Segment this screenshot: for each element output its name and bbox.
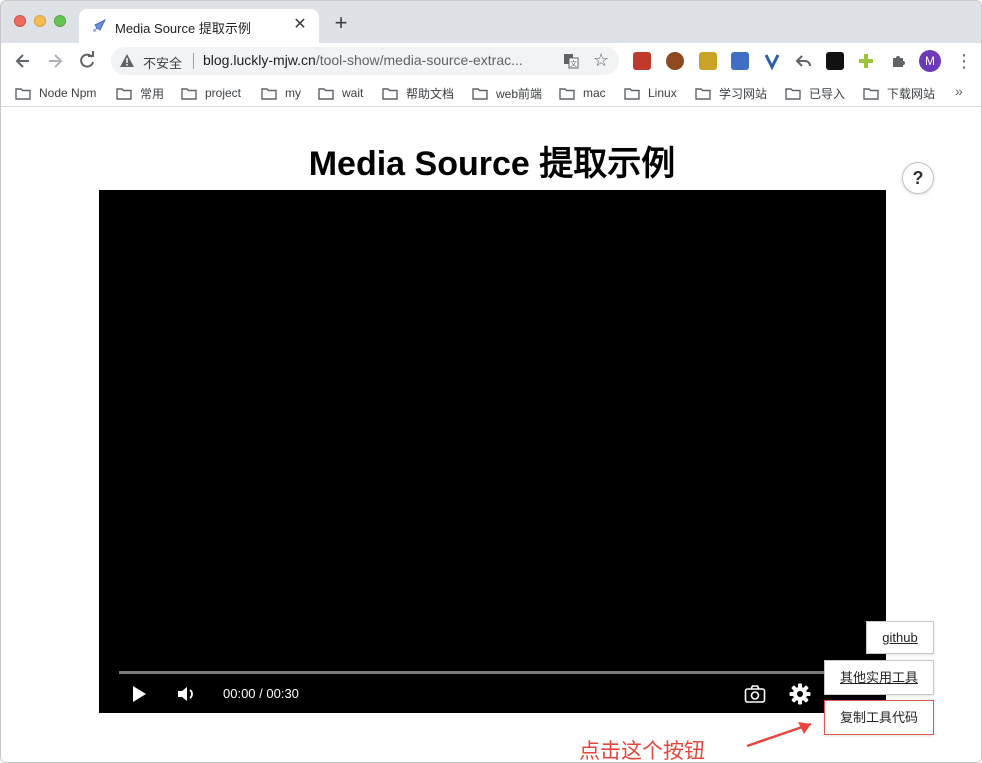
video-progress-bar[interactable] — [119, 671, 866, 674]
page-title: Media Source 提取示例 — [308, 145, 676, 183]
folder-icon — [116, 87, 132, 100]
video-player[interactable]: 00:00 / 00:30 — [99, 190, 886, 713]
folder-icon — [382, 87, 398, 100]
browser-window: Media Source 提取示例 ✕ + 不安全 blog.luckly-mj… — [0, 0, 982, 763]
kebab-menu-icon[interactable]: ⋮ — [955, 50, 973, 72]
bookmarks-bar: Node Npm 常用 project my wait 帮助文档 web前端 m… — [1, 79, 981, 107]
bookmarks-overflow-button[interactable]: » — [955, 83, 963, 99]
folder-icon — [863, 87, 879, 100]
extension-dark-icon[interactable] — [826, 52, 844, 70]
bookmark-label: web前端 — [496, 86, 543, 101]
bookmark-label: 下载网站 — [887, 86, 936, 101]
extension-fe-icon[interactable] — [633, 52, 651, 70]
bookmark-folder[interactable]: 帮助文档 — [382, 84, 454, 102]
gear-icon[interactable] — [789, 683, 811, 705]
annotation-text: 点击这个按钮 — [579, 740, 705, 763]
forward-arrow-icon[interactable] — [45, 51, 65, 71]
reply-arrow-icon[interactable] — [794, 52, 812, 70]
bookmark-label: mac — [583, 86, 606, 100]
bookmark-label: Linux — [648, 86, 677, 100]
bookmark-folder[interactable]: mac — [559, 84, 606, 102]
bookmark-folder[interactable]: my — [261, 84, 301, 102]
page-content: Media Source 提取示例 ? 00:00 / 00:30 github… — [1, 108, 981, 763]
extension-hand-icon[interactable] — [666, 52, 684, 70]
url-host: blog.luckly-mjw.cn — [203, 52, 316, 68]
bookmark-label: 常用 — [140, 86, 165, 101]
folder-icon — [261, 87, 277, 100]
profile-avatar[interactable]: M — [919, 50, 941, 72]
bookmark-label: project — [205, 86, 242, 100]
bookmark-label: Node Npm — [39, 86, 97, 100]
annotation-arrow — [746, 722, 812, 748]
bookmark-label: 帮助文档 — [406, 86, 455, 101]
security-status-label[interactable]: 不安全 — [143, 53, 182, 72]
toolbar: 不安全 blog.luckly-mjw.cn/tool-show/media-s… — [1, 43, 981, 79]
url-path: /tool-show/media-source-extrac... — [315, 52, 523, 68]
extension-qrcode-icon[interactable] — [731, 52, 749, 70]
github-button[interactable]: github — [866, 621, 934, 654]
folder-icon — [472, 87, 488, 100]
window-close-button[interactable] — [14, 15, 26, 27]
bookmark-folder[interactable]: web前端 — [472, 84, 542, 102]
bookmark-folder[interactable]: 下载网站 — [863, 84, 935, 102]
window-maximize-button[interactable] — [54, 15, 66, 27]
bookmark-folder[interactable]: 已导入 — [785, 84, 845, 102]
folder-icon — [785, 87, 801, 100]
help-button[interactable]: ? — [902, 162, 934, 194]
browser-tab[interactable]: Media Source 提取示例 ✕ — [79, 9, 319, 43]
extension-v-icon[interactable] — [763, 52, 781, 70]
play-icon[interactable] — [131, 685, 147, 703]
tab-title: Media Source 提取示例 — [115, 21, 251, 36]
bookmark-label: 已导入 — [809, 86, 846, 101]
folder-icon — [318, 87, 334, 100]
window-minimize-button[interactable] — [34, 15, 46, 27]
camera-icon[interactable] — [744, 684, 766, 704]
bookmark-folder[interactable]: project — [181, 84, 241, 102]
translate-icon[interactable]: 文 — [563, 53, 579, 69]
bookmark-folder[interactable]: 常用 — [116, 84, 164, 102]
tab-close-icon[interactable]: ✕ — [291, 16, 309, 34]
puzzle-extensions-icon[interactable] — [889, 52, 907, 70]
rocket-icon — [93, 18, 107, 32]
video-time: 00:00 / 00:30 — [223, 686, 299, 701]
folder-icon — [695, 87, 711, 100]
url-text[interactable]: blog.luckly-mjw.cn/tool-show/media-sourc… — [203, 52, 553, 68]
bookmark-folder[interactable]: 学习网站 — [695, 84, 767, 102]
folder-icon — [15, 87, 31, 100]
address-bar[interactable]: 不安全 blog.luckly-mjw.cn/tool-show/media-s… — [111, 47, 619, 75]
extension-plus-icon[interactable] — [857, 52, 875, 70]
bookmark-star-icon[interactable]: ☆ — [593, 50, 609, 71]
reload-icon[interactable] — [77, 51, 97, 71]
folder-icon — [181, 87, 197, 100]
svg-text:文: 文 — [570, 59, 577, 68]
bookmark-label: wait — [342, 86, 364, 100]
bookmark-folder[interactable]: Linux — [624, 84, 677, 102]
bookmark-folder[interactable]: Node Npm — [15, 84, 96, 102]
bookmark-label: 学习网站 — [719, 86, 768, 101]
bookmark-folder[interactable]: wait — [318, 84, 363, 102]
tab-strip: Media Source 提取示例 ✕ + — [1, 1, 981, 43]
warning-icon[interactable] — [119, 53, 135, 69]
folder-icon — [624, 87, 640, 100]
copy-tool-code-button[interactable]: 复制工具代码 — [824, 700, 934, 735]
new-tab-button[interactable]: + — [331, 12, 351, 34]
folder-icon — [559, 87, 575, 100]
divider — [193, 53, 194, 69]
bookmark-label: my — [285, 86, 301, 100]
volume-icon[interactable] — [177, 685, 197, 703]
extension-download-icon[interactable] — [699, 52, 717, 70]
back-arrow-icon[interactable] — [13, 51, 33, 71]
other-tools-button[interactable]: 其他实用工具 — [824, 660, 934, 695]
